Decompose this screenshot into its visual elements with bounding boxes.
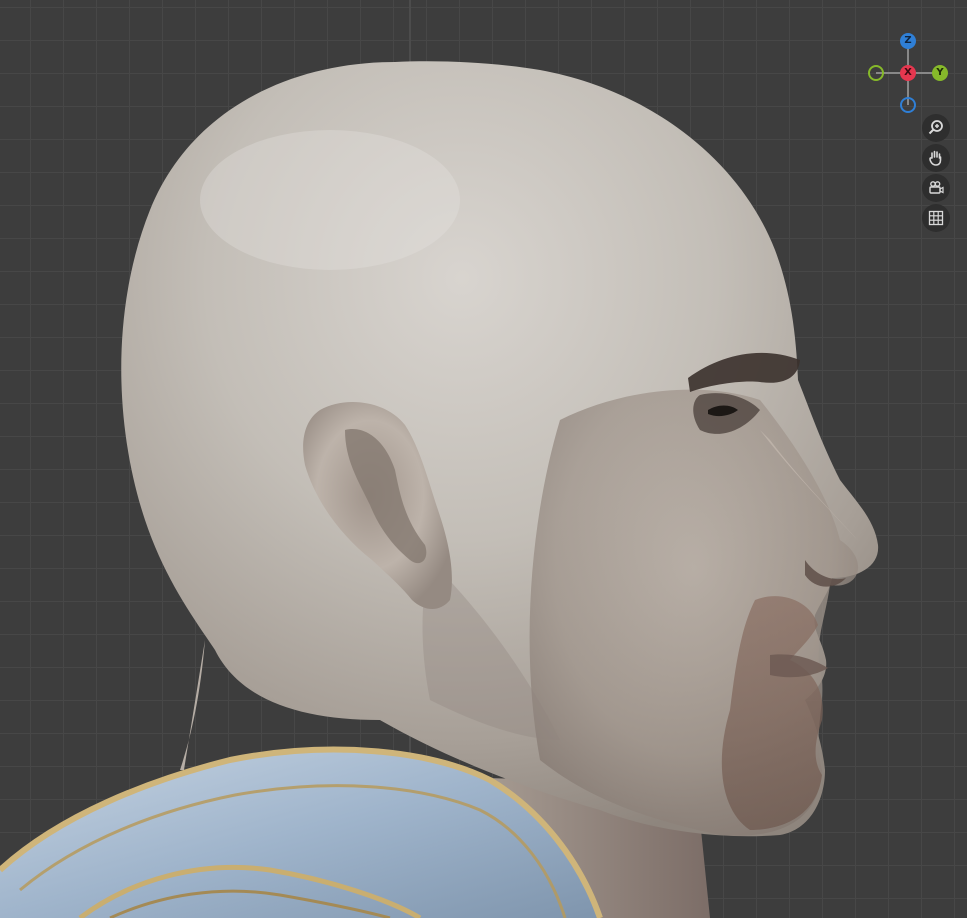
- gizmo-y-axis[interactable]: Y: [932, 65, 948, 81]
- skull-highlight: [200, 130, 460, 270]
- gizmo-x-axis[interactable]: X: [900, 65, 916, 81]
- gizmo-neg-y-axis[interactable]: [868, 65, 884, 81]
- grid-toggle-button[interactable]: [922, 204, 950, 232]
- gizmo-z-axis[interactable]: Z: [900, 33, 916, 49]
- hand-pan-icon: [929, 150, 942, 166]
- pan-button[interactable]: [922, 144, 950, 172]
- grid-toggle-icon: [928, 210, 944, 226]
- gizmo-neg-z-axis[interactable]: [900, 97, 916, 113]
- 3d-viewport[interactable]: Z X Y: [0, 0, 967, 918]
- camera-view-button[interactable]: [922, 174, 950, 202]
- zoom-button[interactable]: [922, 114, 950, 142]
- zoom-icon: [928, 120, 943, 135]
- camera-view-icon: [929, 181, 944, 194]
- head-model[interactable]: [0, 0, 967, 918]
- navigation-gizmo[interactable]: Z X Y: [864, 30, 952, 118]
